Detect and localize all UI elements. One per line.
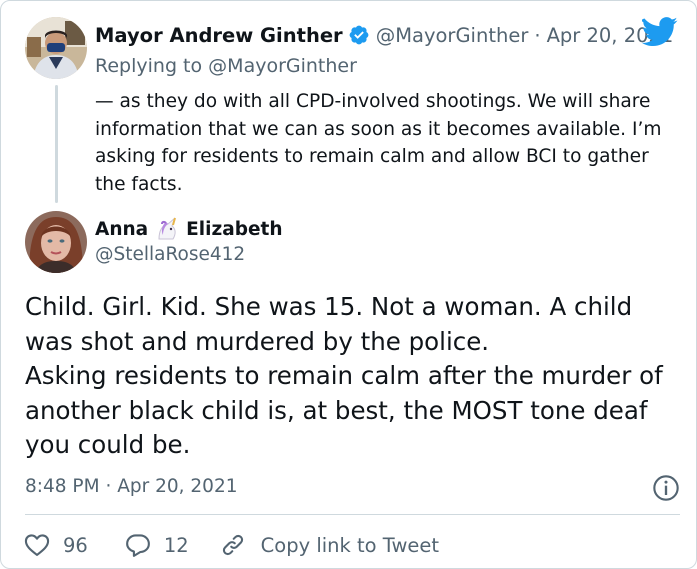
twitter-bird-icon[interactable] xyxy=(642,17,678,47)
heart-icon xyxy=(24,534,50,556)
replying-to-prefix: Replying to xyxy=(95,55,203,77)
timestamp-separator: · xyxy=(105,476,112,497)
parent-tweet-header: Mayor Andrew Ginther @MayorGinther · Apr… xyxy=(95,21,673,49)
reply-button[interactable]: 12 xyxy=(124,531,189,559)
reply-tweet-text: Child. Girl. Kid. She was 15. Not a woma… xyxy=(25,290,685,463)
tweet-card: Mayor Andrew Ginther @MayorGinther · Apr… xyxy=(0,0,697,569)
copy-link-button[interactable]: Copy link to Tweet xyxy=(219,531,439,559)
parent-author-name[interactable]: Mayor Andrew Ginther xyxy=(95,24,343,47)
reply-text-paragraph-2: Asking residents to remain calm after th… xyxy=(25,361,663,459)
reply-count: 12 xyxy=(163,533,189,557)
link-icon xyxy=(222,534,243,556)
avatar-photo xyxy=(25,17,87,79)
like-button[interactable]: 96 xyxy=(23,531,88,559)
actions-divider xyxy=(25,514,680,515)
comment-bubble-icon xyxy=(125,534,150,557)
tweet-date: Apr 20, 2021 xyxy=(117,476,238,497)
parent-author-avatar[interactable] xyxy=(25,17,87,79)
reply-author-avatar[interactable] xyxy=(25,211,87,273)
tweet-time: 8:48 PM xyxy=(25,476,100,497)
avatar-photo xyxy=(25,211,87,273)
info-icon[interactable] xyxy=(652,474,680,502)
parent-tweet-text: — as they do with all CPD-involved shoot… xyxy=(95,91,662,195)
header-separator: · xyxy=(534,23,541,47)
reply-author-name[interactable]: Anna Elizabeth xyxy=(95,217,283,241)
thread-connector-line xyxy=(55,85,58,203)
replying-to-mention[interactable]: @MayorGinther xyxy=(208,55,357,77)
unicorn-icon xyxy=(158,217,177,240)
copy-link-label: Copy link to Tweet xyxy=(260,533,440,557)
reply-author-first-name: Anna xyxy=(95,218,149,240)
parent-author-handle[interactable]: @MayorGinther xyxy=(376,24,529,47)
tweet-actions-bar: 96 12 Copy link to Tweet xyxy=(23,529,439,561)
reply-author-last-name: Elizabeth xyxy=(186,218,283,240)
like-count: 96 xyxy=(63,533,88,557)
replying-to-line: Replying to @MayorGinther xyxy=(95,55,357,77)
tweet-timestamp[interactable]: 8:48 PM · Apr 20, 2021 xyxy=(25,476,238,497)
verified-badge-icon xyxy=(349,25,369,45)
reply-text-paragraph-1: Child. Girl. Kid. She was 15. Not a woma… xyxy=(25,292,633,356)
reply-author-handle[interactable]: @StellaRose412 xyxy=(95,244,245,265)
